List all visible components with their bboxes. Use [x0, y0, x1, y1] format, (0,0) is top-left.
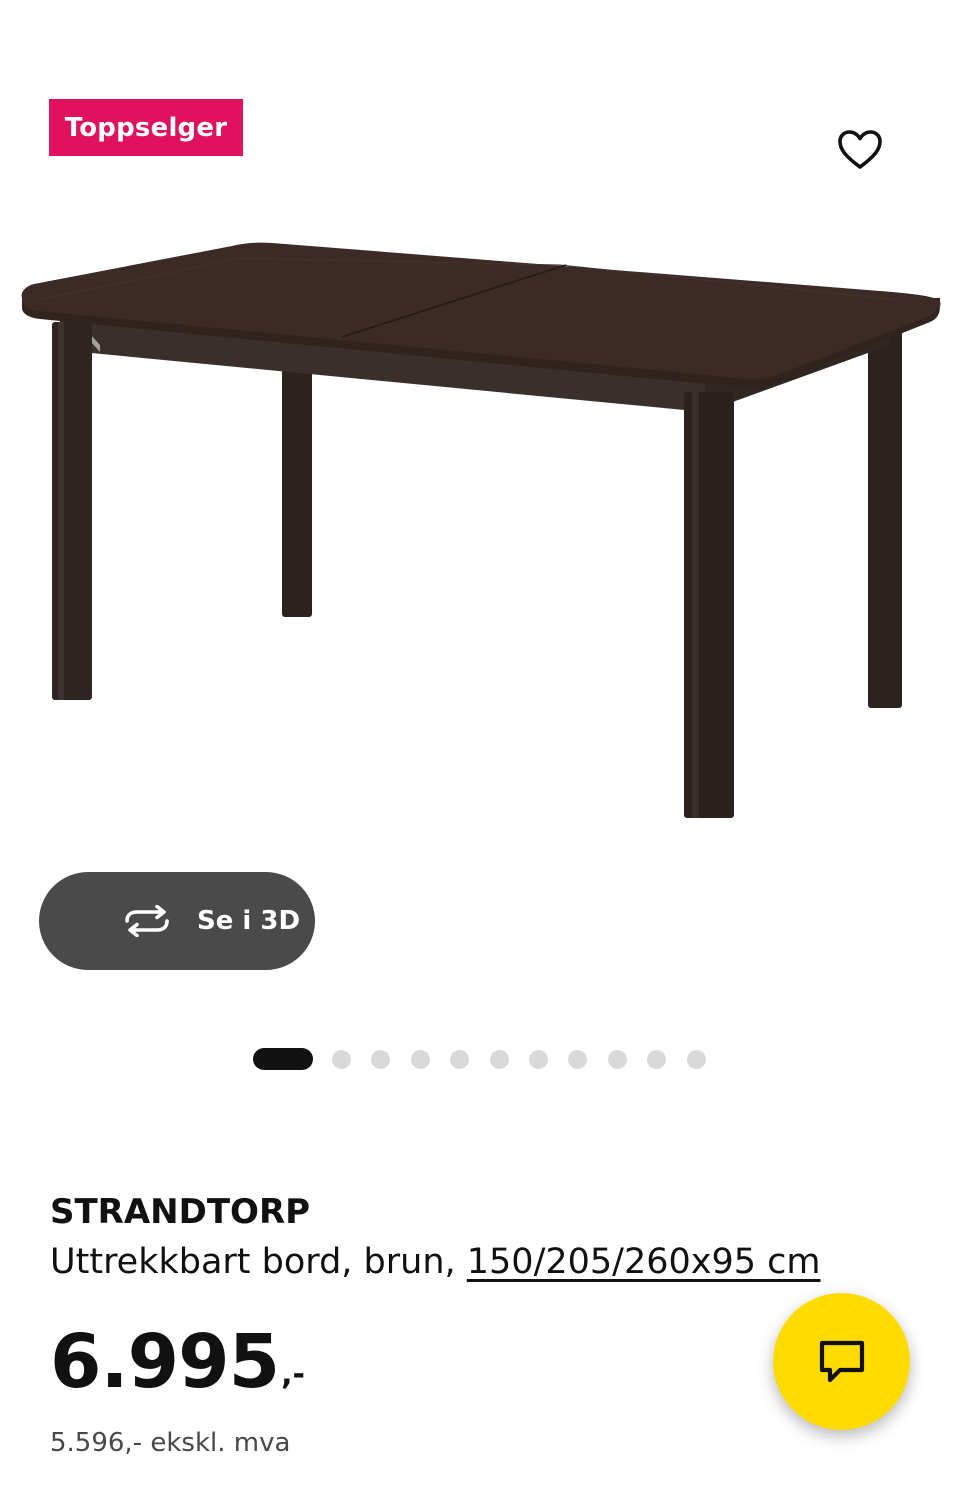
product-image[interactable] — [0, 220, 960, 840]
price: 6.995 ,- — [50, 1320, 305, 1404]
carousel-dot-active[interactable] — [253, 1048, 313, 1070]
chat-button[interactable] — [773, 1293, 910, 1430]
view-3d-button[interactable]: Se i 3D — [39, 872, 315, 970]
rotate-arrows-icon — [125, 905, 169, 937]
product-name: STRANDTORP — [50, 1192, 311, 1232]
size-link[interactable]: 150/205/260x95 cm — [467, 1242, 821, 1282]
price-suffix: ,- — [281, 1357, 305, 1392]
carousel-dot[interactable] — [608, 1050, 627, 1069]
carousel-dot[interactable] — [687, 1050, 706, 1069]
carousel-dot[interactable] — [371, 1050, 390, 1069]
favorite-button[interactable] — [827, 120, 893, 180]
image-carousel-dots — [0, 1048, 960, 1070]
carousel-dot[interactable] — [647, 1050, 666, 1069]
product-description: Uttrekkbart bord, brun, 150/205/260x95 c… — [50, 1240, 820, 1284]
carousel-dot[interactable] — [332, 1050, 351, 1069]
product-description-text: Uttrekkbart bord, brun, — [50, 1242, 467, 1282]
product-gallery: Toppselger Se i 3D — [0, 0, 960, 1020]
price-amount: 6.995 — [50, 1319, 280, 1405]
carousel-dot[interactable] — [529, 1050, 548, 1069]
carousel-dot[interactable] — [490, 1050, 509, 1069]
chat-bubble-icon — [819, 1340, 864, 1382]
price-excl-vat: 5.596,- ekskl. mva — [50, 1428, 291, 1458]
heart-outline-icon — [838, 130, 882, 169]
top-seller-badge: Toppselger — [49, 99, 243, 156]
carousel-dot[interactable] — [568, 1050, 587, 1069]
carousel-dot[interactable] — [411, 1050, 430, 1069]
view-3d-label: Se i 3D — [197, 906, 301, 936]
carousel-dot[interactable] — [450, 1050, 469, 1069]
